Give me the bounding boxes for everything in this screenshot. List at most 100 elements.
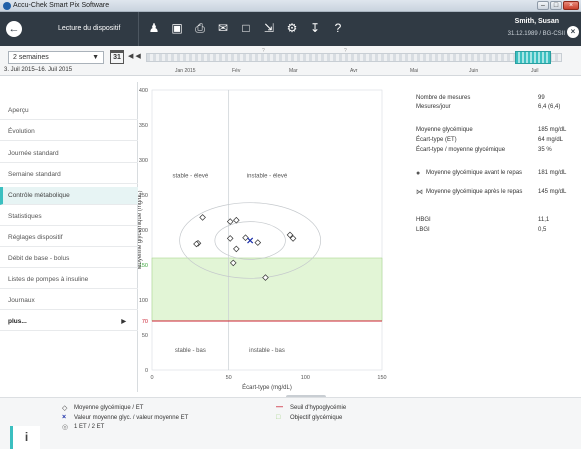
mail-icon[interactable]: ✉ bbox=[215, 20, 231, 36]
apple-icon: ● bbox=[416, 170, 421, 177]
window-titlebar: Accu-Chek Smart Pix Software – □ × bbox=[0, 0, 581, 12]
diamond-marker-icon: ◇ bbox=[62, 405, 68, 412]
timeline-month: Juin bbox=[469, 68, 479, 74]
help-icon[interactable]: ? bbox=[330, 20, 346, 36]
quadrant-label: stable - bas bbox=[175, 348, 206, 354]
hypo-threshold-tick-label: 70 bbox=[142, 319, 148, 325]
metabolic-control-chart: 50 100 150 200 250 300 350 400 70 0 0 50 100 150 Écart… bbox=[137, 82, 400, 398]
stat-label: Écart-type / moyenne glycémique bbox=[416, 147, 506, 153]
y-tick-label: 100 bbox=[139, 298, 148, 304]
plot-frame bbox=[151, 89, 383, 371]
main-toolbar: ← Lecture du dispositif ♟ ▣ ⎙ ✉ □ ⇲ ⚙ ↧ … bbox=[0, 12, 581, 46]
y-tick-label: 50 bbox=[142, 333, 148, 339]
timeline-month: Avr bbox=[350, 68, 358, 74]
timeline-scroller[interactable] bbox=[146, 53, 562, 62]
timeline-marker-icon: ? bbox=[262, 48, 265, 54]
stat-label: Moyenne glycémique bbox=[416, 127, 473, 133]
date-range-label: 3. Juil 2015–16. Juil 2015 bbox=[4, 67, 73, 73]
pdf-icon[interactable]: □ bbox=[238, 20, 254, 36]
hypo-line-icon: — bbox=[276, 404, 283, 411]
period-dropdown[interactable]: 2 semaines ▼ bbox=[8, 51, 104, 64]
stat-value: 35 % bbox=[538, 147, 552, 153]
patient-name: Smith, Susan bbox=[514, 18, 559, 25]
stat-label: Écart-type (ET) bbox=[416, 137, 457, 143]
chevron-right-icon: ▶ bbox=[121, 319, 126, 325]
toolbar-divider bbox=[138, 12, 139, 46]
quadrant-label: instable - bas bbox=[249, 348, 285, 354]
device-read-title: Lecture du dispositif bbox=[58, 25, 121, 32]
sidebar-item-logbook[interactable]: Journaux bbox=[0, 292, 138, 310]
settings-icon[interactable]: ⚙ bbox=[284, 20, 300, 36]
export-icon[interactable]: ⇲ bbox=[261, 20, 277, 36]
target-range-band bbox=[151, 257, 383, 322]
report-sidebar: Aperçu Évolution Journée standard Semain… bbox=[0, 82, 138, 392]
maximize-button[interactable]: □ bbox=[550, 1, 562, 10]
save-icon[interactable]: ▣ bbox=[169, 20, 185, 36]
app-logo-icon bbox=[3, 2, 11, 10]
cross-marker-icon: × bbox=[62, 414, 67, 421]
timeline-selection-handle[interactable] bbox=[515, 51, 551, 64]
ellipse-marker-icon: ◎ bbox=[62, 424, 69, 431]
stat-value: 99 bbox=[538, 95, 545, 101]
sidebar-item-standard-day[interactable]: Journée standard bbox=[0, 145, 138, 163]
stat-label: Nombre de mesures bbox=[416, 95, 471, 101]
legend-label: Objectif glycémique bbox=[290, 415, 343, 421]
stat-label: Moyenne glycémique avant le repas bbox=[426, 170, 523, 176]
timeline-prev-icon[interactable]: ◀◀ bbox=[128, 52, 143, 60]
timeline-month: Fév bbox=[232, 68, 241, 74]
chart-legend: ◇ Moyenne glycémique / ET × Valeur moyen… bbox=[0, 397, 581, 449]
sidebar-item-metabolic-control[interactable]: Contrôle métabolique bbox=[0, 187, 138, 205]
sidebar-item-pump-lists[interactable]: Listes de pompes à insuline bbox=[0, 271, 138, 289]
legend-label: 1 ET / 2 ET bbox=[74, 424, 105, 430]
sidebar-item-device-settings[interactable]: Réglages dispositif bbox=[0, 229, 138, 247]
sidebar-item-basal-bolus[interactable]: Débit de base - bolus bbox=[0, 250, 138, 268]
sidebar-item-more[interactable]: plus... ▶ bbox=[0, 313, 138, 331]
x-tick-label: 100 bbox=[301, 375, 310, 381]
import-icon[interactable]: ↧ bbox=[307, 20, 323, 36]
quadrant-label: instable - élevé bbox=[247, 174, 288, 180]
info-tab-icon[interactable]: i bbox=[10, 426, 40, 449]
people-icon[interactable]: ♟ bbox=[146, 20, 162, 36]
stat-value: 11,1 bbox=[538, 217, 550, 223]
y-tick-label: 350 bbox=[139, 123, 148, 129]
target-box-icon: □ bbox=[276, 414, 281, 421]
sidebar-item-standard-week[interactable]: Semaine standard bbox=[0, 166, 138, 184]
window-title: Accu-Chek Smart Pix Software bbox=[13, 2, 110, 9]
scatter-plot: 501001502002503003504007000 50 100 150Écart… bbox=[137, 88, 387, 391]
close-patient-icon[interactable]: × bbox=[567, 26, 579, 38]
minimize-button[interactable]: – bbox=[537, 1, 549, 10]
sidebar-item-statistics[interactable]: Statistiques bbox=[0, 208, 138, 226]
stat-label: HBGI bbox=[416, 217, 431, 223]
date-range-bar: 2 semaines ▼ 31 3. Juil 2015–16. Juil 20… bbox=[0, 46, 581, 76]
x-tick-label: 0 bbox=[150, 375, 153, 381]
y-tick-label: 400 bbox=[139, 88, 148, 94]
y-tick-label: 0 bbox=[145, 368, 148, 374]
sidebar-item-trend[interactable]: Évolution bbox=[0, 123, 138, 141]
x-tick-label: 50 bbox=[226, 375, 232, 381]
sidebar-item-overview[interactable]: Aperçu bbox=[0, 102, 138, 120]
y-axis-label: Moyenne glycémique (mg/dL) bbox=[138, 190, 143, 269]
print-icon[interactable]: ⎙ bbox=[192, 20, 208, 36]
legend-label: Seuil d'hypoglycémie bbox=[290, 405, 347, 411]
stat-value: 185 mg/dL bbox=[538, 127, 567, 133]
apple-core-icon: ⋈ bbox=[416, 189, 423, 196]
period-value: 2 semaines bbox=[13, 54, 49, 61]
calendar-icon[interactable]: 31 bbox=[110, 50, 124, 64]
timeline-month: Mai bbox=[410, 68, 419, 74]
y-tick-label: 300 bbox=[139, 158, 148, 164]
stat-label: Moyenne glycémique après le repas bbox=[426, 189, 523, 195]
close-window-button[interactable]: × bbox=[563, 1, 579, 10]
chevron-down-icon: ▼ bbox=[92, 54, 99, 61]
legend-label: Valeur moyenne glyc. / valeur moyenne ET bbox=[74, 415, 189, 421]
stat-value: 0,5 bbox=[538, 227, 547, 233]
stat-value: 64 mg/dL bbox=[538, 137, 564, 143]
stat-value: 145 mg/dL bbox=[538, 189, 567, 195]
timeline-month: Mar bbox=[289, 68, 298, 74]
timeline-marker-icon: ? bbox=[344, 48, 347, 54]
stat-value: 181 mg/dL bbox=[538, 170, 567, 176]
x-axis-label: Écart-type (mg/dL) bbox=[242, 384, 292, 391]
back-arrow-icon[interactable]: ← bbox=[6, 21, 22, 37]
quadrant-label: stable - élevé bbox=[172, 174, 208, 180]
timeline-month: Jan 2015 bbox=[175, 68, 196, 74]
patient-id: 31.12.1989 / BG-CSII bbox=[507, 31, 565, 37]
